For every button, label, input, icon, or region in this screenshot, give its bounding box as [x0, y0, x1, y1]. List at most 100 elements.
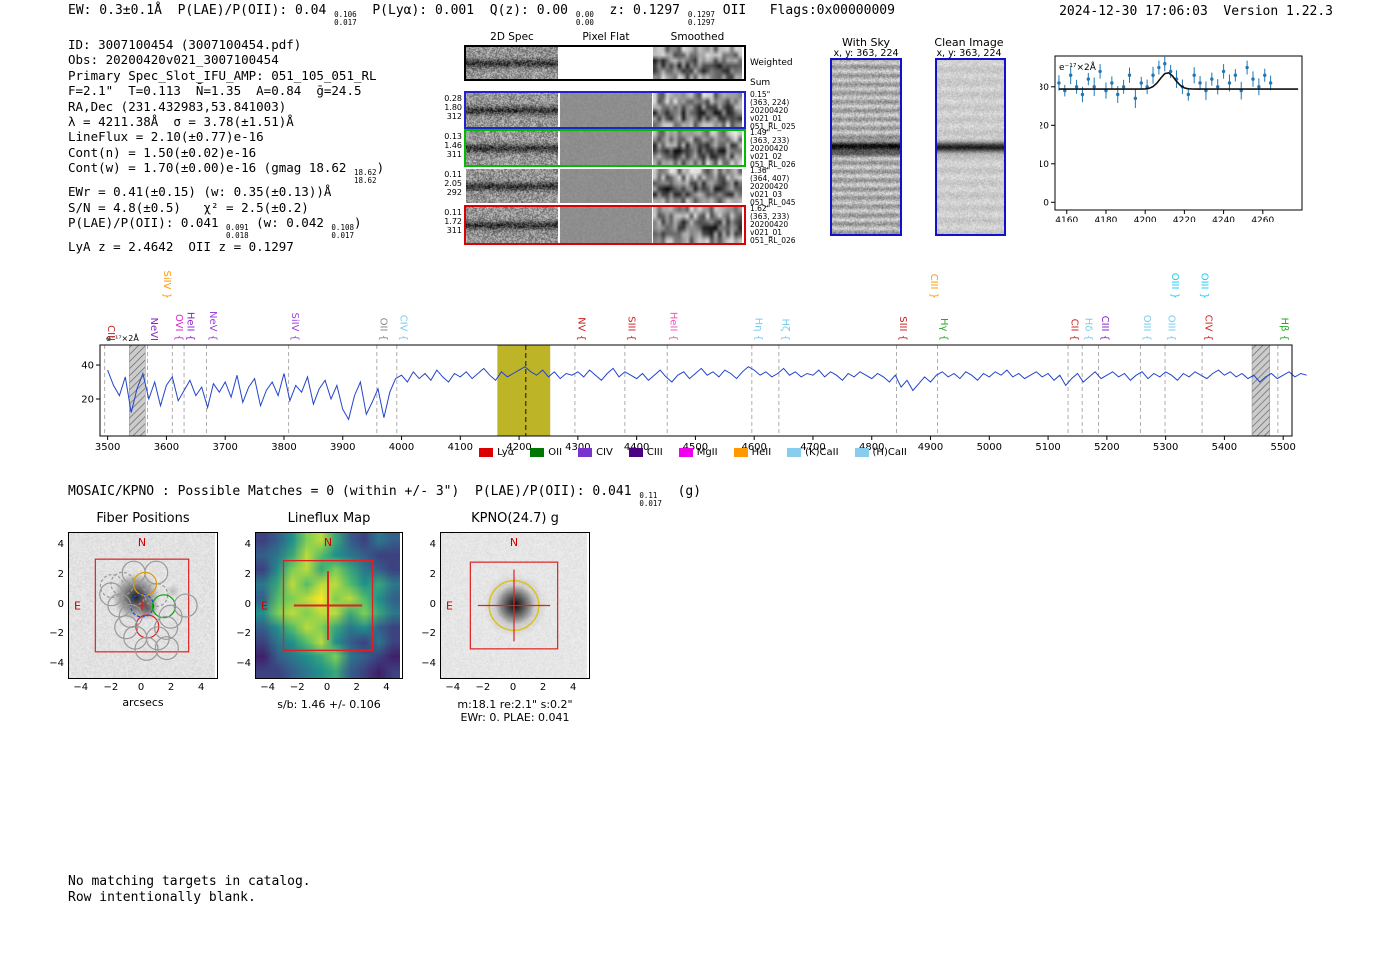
legend-item: CIII [628, 447, 663, 458]
p3-overlay: NE [446, 536, 559, 650]
kpno-title: KPNO(24.7) g [471, 511, 559, 526]
y-tick-label: 0 [429, 598, 436, 610]
info-line: LineFlux = 2.10(±0.77)e-16 [68, 129, 264, 145]
data-point [1127, 73, 1132, 77]
x-tick-label: 4260 [1251, 216, 1274, 222]
footer-no-matches: No matching targets in catalog. [68, 874, 311, 889]
info-line: Obs: 20200420v021_3007100454 [68, 52, 279, 68]
x-tick-label: −2 [103, 682, 119, 693]
x-tick-label: −4 [260, 682, 275, 693]
data-point [1110, 81, 1114, 85]
p1-overlay: NE [74, 536, 198, 661]
x-tick-label: 0 [323, 682, 331, 693]
legend-color-box [787, 448, 802, 457]
data-point [1092, 85, 1096, 89]
info-line: λ = 4211.38Å σ = 3.78(±1.51)Å [68, 114, 294, 130]
lineflux-map-panel: NE [255, 532, 403, 679]
data-point [1151, 73, 1155, 77]
spectral-line-label: OIII } [1169, 273, 1180, 299]
spectral-line-label: HeII { [668, 312, 679, 341]
fraction-lower: 0.017 [639, 498, 662, 508]
spectral-line-label: NeV { [207, 311, 218, 341]
stacked-fraction: 0.106 0.017 [334, 11, 357, 26]
footer-blank-row: Row intentionally blank. [68, 890, 256, 905]
legend-label: (K)CaII [805, 447, 839, 458]
y-tick-label: 30 [1040, 83, 1049, 93]
y-tick-label: 2 [244, 568, 251, 580]
y-tick-label: −4 [421, 658, 436, 670]
with-sky-image [832, 60, 900, 234]
data-point [1157, 65, 1161, 70]
data-point [1186, 92, 1191, 97]
x-tick-label: 2 [539, 682, 547, 693]
y-tick-label: −4 [236, 658, 251, 670]
column-header-2dspec: 2D Spec [490, 31, 534, 43]
spectral-line-label: OIII { [1141, 315, 1152, 341]
kpno-image-panel: NE [440, 532, 590, 679]
clean-image-panel [935, 58, 1006, 236]
data-point [1163, 62, 1167, 66]
spectral-line-label: CIII } [928, 274, 939, 299]
y-tick-label: 0 [244, 598, 251, 610]
legend-item: (K)CaII [787, 447, 839, 458]
smoothed-strip [653, 93, 742, 127]
info-line: F=2.1" T=0.113 N̄=1.35 A=0.84 ḡ=24.5 [68, 83, 362, 99]
fiber-positions-panel: NE [68, 532, 218, 679]
kpno-caption-1: m:18.1 re:2.1" s:0.2" [457, 698, 573, 711]
spectral-line-label: CIV { [1203, 315, 1214, 341]
fiber-circle-gray [173, 593, 198, 618]
compass-north-label: N [510, 536, 518, 549]
text-segment: z: 0.1297 [593, 3, 688, 18]
fraction-lower: 0.1297 [687, 17, 715, 27]
data-point [1133, 96, 1138, 101]
cutout-row-right-labels: 1.49" (363, 233) 20200420 v021_02 051_RL… [750, 128, 796, 169]
spectral-line-label: SIII { [897, 316, 908, 341]
y-tick-label: −2 [236, 628, 251, 640]
lineflux-map-title: Lineflux Map [287, 511, 371, 526]
data-point [1198, 81, 1202, 85]
spectrum-frame [99, 344, 1293, 437]
cutout-row-right-labels: 0.15" (363, 224) 20200420 v021_01 051_RL… [750, 90, 796, 131]
spectral-line-label: CII { [1069, 319, 1080, 341]
spec2d-strip [466, 207, 558, 243]
spectral-line-label: SiIV } [161, 271, 172, 299]
y-tick-label: −2 [49, 628, 64, 640]
spectral-line-label: HeII { [185, 312, 196, 341]
info-line: LyA z = 2.4642 OII z = 0.1297 [68, 239, 294, 255]
legend-item: CIV [578, 447, 613, 458]
y-tick-label: 0 [57, 598, 64, 610]
spec2d-strip [466, 47, 558, 79]
text-segment: Cont(w) = 1.70(±0.00)e-16 (gmag 18.62 [68, 160, 354, 176]
line-fit-plot: 4160 4180 4200 4220 4240 4260 0 10 20 30 e⁻¹⁷×2Å [1040, 55, 1303, 222]
pixel-flat-strip [560, 93, 652, 127]
data-point [1192, 73, 1196, 77]
data-point [1057, 81, 1061, 85]
legend-color-box [530, 448, 545, 457]
x-tick-label: 4 [198, 682, 205, 693]
data-point [1080, 92, 1085, 97]
fiber-xlabel: arcsecs [122, 696, 164, 709]
y-tick-label: 10 [1040, 160, 1049, 170]
spectral-line-label: NV { [575, 317, 586, 341]
data-point [1251, 77, 1255, 81]
data-point [1268, 81, 1273, 85]
text-segment: (g) [661, 484, 702, 499]
x-tick-label: 0 [137, 682, 145, 693]
y-tick-label: 20 [1040, 121, 1049, 131]
p2-overlay: NE [261, 536, 374, 651]
text-segment: P(LAE)/P(OII): 0.041 [68, 215, 227, 231]
compass-north-label: N [138, 536, 146, 549]
x-tick-label: 4160 [1055, 216, 1078, 222]
info-line: P(LAE)/P(OII): 0.041 0.091 0.018 (w: 0.04… [68, 215, 384, 239]
x-tick-label: 4180 [1095, 216, 1118, 222]
smoothed-strip [653, 207, 742, 243]
legend-color-box [678, 448, 693, 457]
spectral-line-label: OII { [377, 318, 388, 341]
legend-color-box [733, 448, 748, 457]
text-segment: (w: 0.042 [248, 215, 332, 231]
x-tick-label: −2 [289, 682, 305, 693]
y-tick-label: 4 [57, 538, 64, 550]
x-tick-label: 4240 [1212, 216, 1235, 222]
spectral-line-label: CIV { [397, 315, 408, 341]
info-line: S/N = 4.8(±0.5) χ² = 2.5(±0.2) [68, 199, 309, 215]
